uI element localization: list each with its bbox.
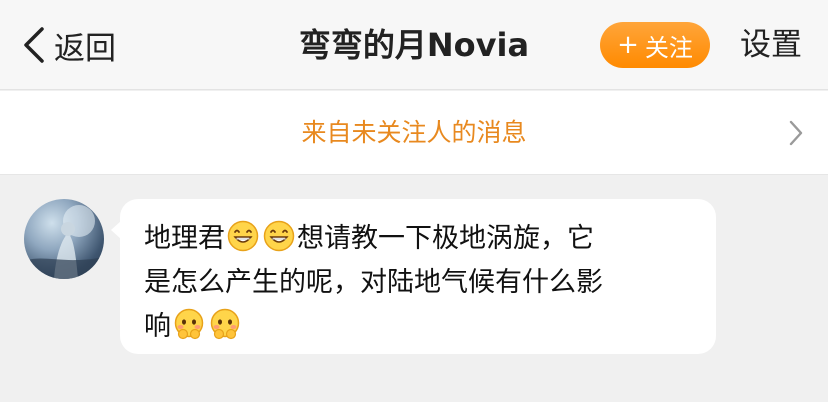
back-label: 返回 (54, 30, 116, 67)
avatar[interactable] (24, 199, 104, 279)
follow-button[interactable]: + 关注 (600, 22, 710, 68)
chevron-right-icon (789, 120, 803, 146)
shy-emoji-icon (174, 308, 204, 340)
message-line-2: 是怎么产生的呢，对陆地气候有什么影 (144, 267, 603, 298)
follow-label: 关注 (644, 33, 693, 62)
chevron-left-icon (24, 27, 44, 63)
shy-emoji-icon (210, 308, 240, 340)
message-text: 响 (144, 311, 171, 342)
grin-emoji-icon (263, 220, 295, 252)
banner-text: 来自未关注人的消息 (301, 118, 527, 147)
message-bubble: 地理君 想请教一下极地涡旋，它 是怎么产生的呢，对陆地气候有什么影 响 (111, 199, 716, 354)
settings-button[interactable]: 设置 (740, 22, 802, 68)
top-bar: 返回 弯弯的月Novia + 关注 设置 (0, 0, 828, 90)
message-line-3: 响 (144, 305, 692, 349)
plus-icon: + (617, 30, 639, 60)
back-button[interactable]: 返回 (22, 22, 116, 68)
message-text: 想请教一下极地涡旋，它 (297, 223, 594, 254)
unfollowed-message-banner[interactable]: 来自未关注人的消息 (0, 91, 828, 175)
grin-emoji-icon (227, 220, 259, 252)
message-text: 地理君 (144, 223, 225, 254)
avatar-image (24, 205, 104, 279)
message-line-1: 地理君 想请教一下极地涡旋，它 (144, 217, 692, 261)
